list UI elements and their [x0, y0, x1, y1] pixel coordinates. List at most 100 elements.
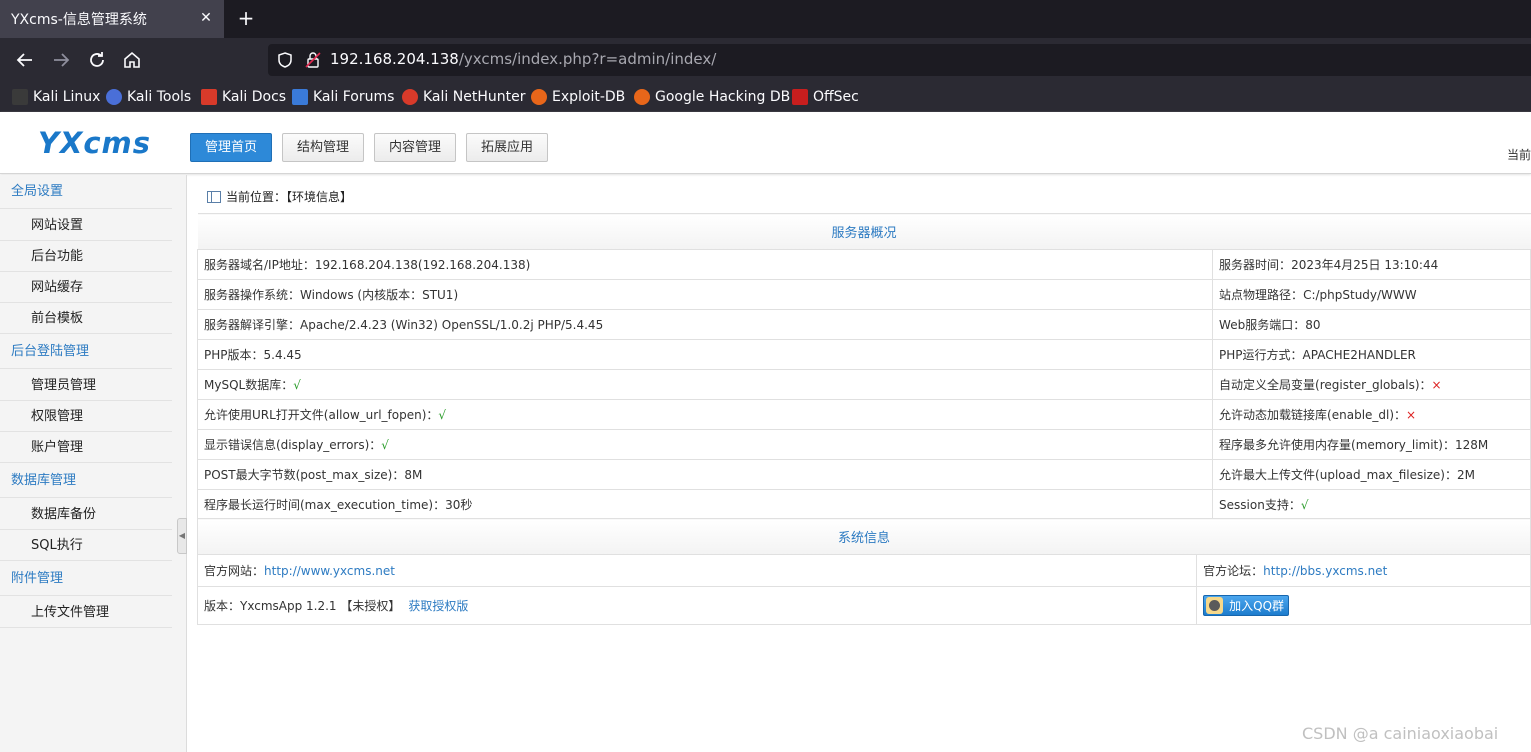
browser-tab[interactable]: YXcms-信息管理系统 ✕: [0, 0, 224, 38]
nav-extension-apps[interactable]: 拓展应用: [466, 133, 548, 162]
sidebar-item-upload-file-management[interactable]: 上传文件管理: [0, 597, 172, 628]
system-info-table: 系统信息 官方网站：http://www.yxcms.net 官方论坛：http…: [196, 518, 1531, 625]
bookmark-google-hacking-db[interactable]: Google Hacking DB: [634, 86, 790, 108]
shield-icon[interactable]: [276, 51, 294, 69]
url-text[interactable]: 192.168.204.138/yxcms/index.php?r=admin/…: [330, 50, 716, 68]
table-row: 允许使用URL打开文件(allow_url_fopen)：√ 允许动态加载链接库…: [196, 399, 1531, 430]
kali-forums-icon: [292, 89, 308, 105]
info-cell: 版本：YxcmsApp 1.2.1 【未授权】 获取授权版: [196, 586, 1198, 625]
browser-tab-bar: YXcms-信息管理系统 ✕ +: [0, 0, 1531, 38]
bookmark-kali-nethunter[interactable]: Kali NetHunter: [402, 86, 525, 108]
info-cell: 官方网站：http://www.yxcms.net: [196, 554, 1198, 587]
home-icon[interactable]: [121, 49, 143, 71]
table-row: PHP版本：5.4.45 PHP运行方式：APACHE2HANDLER: [196, 339, 1531, 370]
address-bar[interactable]: 192.168.204.138/yxcms/index.php?r=admin/…: [268, 44, 1531, 76]
new-tab-button[interactable]: +: [236, 8, 256, 28]
bookmark-label: Kali Forums: [313, 89, 395, 105]
info-cell: 显示错误信息(display_errors)：√: [196, 429, 1214, 460]
check-mark: √: [1300, 498, 1309, 512]
info-cell: Web服务端口：80: [1212, 309, 1531, 340]
insecure-lock-icon[interactable]: [304, 51, 322, 69]
official-site-link[interactable]: http://www.yxcms.net: [264, 564, 395, 578]
table-row: 服务器操作系统：Windows (内核版本：STU1) 站点物理路径：C:/ph…: [196, 279, 1531, 310]
bookmark-kali-docs[interactable]: Kali Docs: [201, 86, 286, 108]
sidebar-group-attachment-management[interactable]: 附件管理: [0, 562, 172, 596]
info-cell: 服务器操作系统：Windows (内核版本：STU1): [196, 279, 1214, 310]
info-cell: PHP版本：5.4.45: [196, 339, 1214, 370]
sidebar-item-account-management[interactable]: 账户管理: [0, 432, 172, 463]
kali-nethunter-icon: [402, 89, 418, 105]
kali-linux-icon: [12, 89, 28, 105]
info-cell: 服务器时间：2023年4月25日 13:10:44: [1212, 249, 1531, 280]
sidebar-item-frontend-templates[interactable]: 前台模板: [0, 303, 172, 334]
yxcms-logo[interactable]: YXcms: [38, 126, 151, 160]
sidebar-collapse-handle[interactable]: ◀: [177, 518, 187, 554]
official-forum-link[interactable]: http://bbs.yxcms.net: [1263, 564, 1387, 578]
system-section-title: 系统信息: [197, 518, 1531, 555]
bookmark-label: Exploit-DB: [552, 89, 626, 105]
info-cell: 服务器域名/IP地址：192.168.204.138(192.168.204.1…: [196, 249, 1214, 280]
table-row: 程序最长运行时间(max_execution_time)：30秒 Session…: [196, 489, 1531, 520]
bookmark-kali-forums[interactable]: Kali Forums: [292, 86, 394, 108]
table-row: MySQL数据库：√ 自动定义全局变量(register_globals)：×: [196, 369, 1531, 400]
check-mark: √: [293, 378, 301, 392]
google-hacking-db-icon: [634, 89, 650, 105]
back-arrow-icon[interactable]: [14, 49, 36, 71]
table-row: POST最大字节数(post_max_size)：8M 允许最大上传文件(upl…: [196, 459, 1531, 490]
tab-title: YXcms-信息管理系统: [11, 12, 147, 28]
table-row: 服务器解译引擎：Apache/2.4.23 (Win32) OpenSSL/1.…: [196, 309, 1531, 340]
info-cell: POST最大字节数(post_max_size)：8M: [196, 459, 1214, 490]
sidebar: 全局设置 网站设置 后台功能 网站缓存 前台模板 后台登陆管理 管理员管理 权限…: [0, 175, 187, 752]
sidebar-item-backend-functions[interactable]: 后台功能: [0, 241, 172, 272]
table-row: 版本：YxcmsApp 1.2.1 【未授权】 获取授权版 加入QQ群: [196, 586, 1531, 625]
cross-mark: ×: [1406, 408, 1417, 422]
bookmark-offsec[interactable]: OffSec: [792, 86, 859, 108]
get-license-link[interactable]: 获取授权版: [408, 599, 468, 613]
nav-admin-home[interactable]: 管理首页: [190, 133, 272, 162]
table-row: 显示错误信息(display_errors)：√ 程序最多允许使用内存量(mem…: [196, 429, 1531, 460]
bookmarks-toolbar: Kali Linux Kali Tools Kali Docs Kali For…: [0, 82, 1531, 112]
check-mark: √: [438, 408, 447, 422]
nav-content-management[interactable]: 内容管理: [374, 133, 456, 162]
sidebar-group-database-management[interactable]: 数据库管理: [0, 464, 172, 498]
info-cell: 服务器解译引擎：Apache/2.4.23 (Win32) OpenSSL/1.…: [196, 309, 1214, 340]
bookmark-exploit-db[interactable]: Exploit-DB: [531, 86, 625, 108]
forward-arrow-icon[interactable]: [50, 49, 72, 71]
bookmark-label: Kali Linux: [33, 89, 101, 105]
bookmark-label: OffSec: [813, 89, 859, 105]
join-qq-group-button[interactable]: 加入QQ群: [1203, 594, 1290, 616]
url-host: 192.168.204.138: [330, 50, 459, 68]
reload-icon[interactable]: [86, 49, 108, 71]
qq-group-icon: [1206, 596, 1224, 614]
server-info-table: 服务器概况 服务器域名/IP地址：192.168.204.138(192.168…: [196, 213, 1531, 520]
cross-mark: ×: [1431, 378, 1442, 392]
sidebar-item-database-backup[interactable]: 数据库备份: [0, 499, 172, 530]
info-cell: 加入QQ群: [1196, 586, 1531, 625]
info-cell: 自动定义全局变量(register_globals)：×: [1212, 369, 1531, 400]
bookmark-label: Kali Tools: [127, 89, 192, 105]
server-section-title: 服务器概况: [197, 213, 1531, 250]
sidebar-item-permission-management[interactable]: 权限管理: [0, 401, 172, 432]
info-cell: Session支持：√: [1212, 489, 1531, 520]
bookmark-kali-linux[interactable]: Kali Linux: [12, 86, 100, 108]
bookmark-kali-tools[interactable]: Kali Tools: [106, 86, 191, 108]
bookmark-label: Google Hacking DB: [655, 89, 791, 105]
info-cell: 允许最大上传文件(upload_max_filesize)：2M: [1212, 459, 1531, 490]
sidebar-item-sql-execute[interactable]: SQL执行: [0, 530, 172, 561]
sidebar-item-site-cache[interactable]: 网站缓存: [0, 272, 172, 303]
sidebar-group-login-management[interactable]: 后台登陆管理: [0, 335, 172, 369]
watermark: CSDN @a cainiaoxiaobai: [1302, 724, 1499, 743]
breadcrumb-text: 当前位置：【环境信息】: [226, 190, 353, 204]
info-cell: 官方论坛：http://bbs.yxcms.net: [1196, 554, 1531, 587]
current-user-info: 当前: [1506, 148, 1531, 162]
sidebar-item-site-settings[interactable]: 网站设置: [0, 210, 172, 241]
nav-structure-management[interactable]: 结构管理: [282, 133, 364, 162]
cms-page: YXcms 管理首页 结构管理 内容管理 拓展应用 当前 全局设置 网站设置 后…: [0, 112, 1531, 752]
info-cell: 允许使用URL打开文件(allow_url_fopen)：√: [196, 399, 1214, 430]
close-tab-icon[interactable]: ✕: [196, 8, 216, 28]
sidebar-item-admin-management[interactable]: 管理员管理: [0, 370, 172, 401]
sidebar-group-global-settings[interactable]: 全局设置: [0, 175, 172, 209]
info-cell: 程序最长运行时间(max_execution_time)：30秒: [196, 489, 1214, 520]
check-mark: √: [381, 438, 389, 452]
info-cell: 程序最多允许使用内存量(memory_limit)：128M: [1212, 429, 1531, 460]
